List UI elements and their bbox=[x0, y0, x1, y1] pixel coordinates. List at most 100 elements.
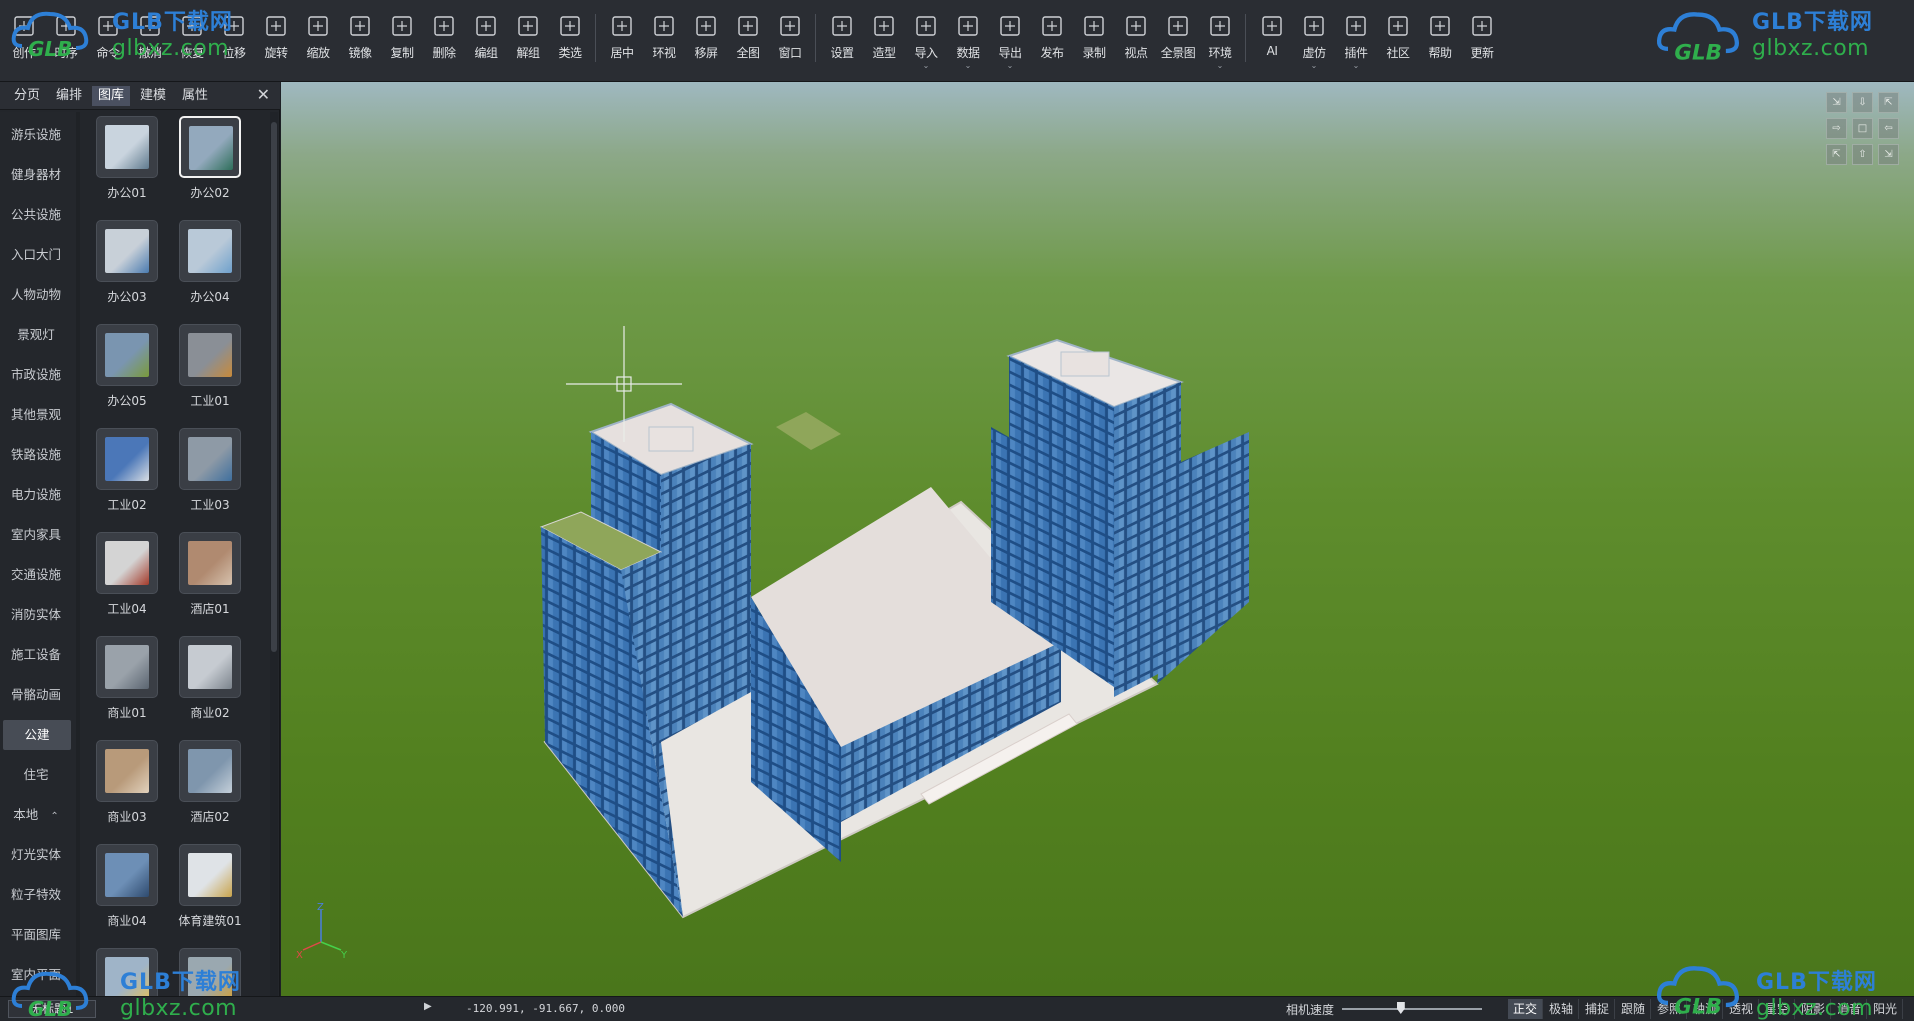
toolbar-button-zoom-window[interactable]: 窗口 bbox=[770, 4, 810, 76]
category-item[interactable]: 游乐设施 bbox=[0, 120, 72, 150]
model-thumbnail[interactable]: 商业02 bbox=[175, 636, 245, 736]
toolbar-button-center[interactable]: 居中 bbox=[602, 4, 642, 76]
camera-speed-slider-track[interactable] bbox=[1342, 1008, 1482, 1010]
view-direction-button[interactable]: ⇱ bbox=[1826, 144, 1847, 165]
category-scrollbar[interactable] bbox=[76, 112, 80, 996]
view-direction-button[interactable]: ⇨ bbox=[1826, 118, 1847, 139]
panel-tab-0[interactable]: 分页 bbox=[8, 86, 46, 106]
view-direction-button[interactable]: ⇲ bbox=[1826, 92, 1847, 113]
category-item[interactable]: 交通设施 bbox=[0, 560, 72, 590]
category-item[interactable]: 健身器材 bbox=[0, 160, 72, 190]
thumbnail-scrollbar-thumb[interactable] bbox=[271, 122, 277, 652]
category-item[interactable]: 公建 bbox=[3, 720, 71, 750]
category-item[interactable]: 施工设备 bbox=[0, 640, 72, 670]
model-thumbnail[interactable] bbox=[175, 948, 245, 996]
category-item[interactable]: 消防实体 bbox=[0, 600, 72, 630]
category-item[interactable]: 景观灯 bbox=[0, 320, 72, 350]
toolbar-button-export[interactable]: 导出 ⌄ bbox=[990, 4, 1030, 76]
toolbar-button-class-select[interactable]: 类选 bbox=[550, 4, 590, 76]
panel-tab-1[interactable]: 编排 bbox=[50, 86, 88, 106]
panel-tab-3[interactable]: 建模 bbox=[134, 86, 172, 106]
status-toggle[interactable]: 阳光 bbox=[1868, 999, 1904, 1019]
panel-tab-4[interactable]: 属性 bbox=[176, 86, 214, 106]
model-thumbnail[interactable]: 商业03 bbox=[92, 740, 162, 840]
toolbar-button-group[interactable]: 编组 bbox=[466, 4, 506, 76]
model-thumbnail[interactable]: 酒店02 bbox=[175, 740, 245, 840]
status-toggle[interactable]: 跟随 bbox=[1616, 999, 1652, 1019]
model-thumbnail[interactable]: 体育建筑01 bbox=[175, 844, 245, 944]
chevron-up-icon[interactable]: ⌃ bbox=[50, 811, 58, 822]
model-thumbnail[interactable]: 工业03 bbox=[175, 428, 245, 528]
status-toggle[interactable]: 透视 bbox=[1724, 999, 1760, 1019]
toolbar-button-undo[interactable]: 撤消 bbox=[130, 4, 170, 76]
category-item[interactable]: 本地 ⌃ bbox=[0, 800, 72, 830]
model-thumbnail[interactable]: 工业02 bbox=[92, 428, 162, 528]
toolbar-button-environment-sun[interactable]: 环境 ⌄ bbox=[1200, 4, 1240, 76]
toolbar-button-data[interactable]: 数据 ⌄ bbox=[948, 4, 988, 76]
category-item[interactable]: 室内家具 bbox=[0, 520, 72, 550]
view-direction-button[interactable]: ⇧ bbox=[1852, 144, 1873, 165]
toolbar-button-publish[interactable]: 发布 bbox=[1032, 4, 1072, 76]
category-item[interactable]: 电力设施 bbox=[0, 480, 72, 510]
play-icon[interactable]: ▶ bbox=[424, 1001, 432, 1012]
model-thumbnail[interactable]: 办公03 bbox=[92, 220, 162, 320]
model-thumbnail[interactable]: 办公04 bbox=[175, 220, 245, 320]
status-toggle[interactable]: 消音 bbox=[1832, 999, 1868, 1019]
status-toggle[interactable]: 阴影 bbox=[1796, 999, 1832, 1019]
category-item[interactable]: 入口大门 bbox=[0, 240, 72, 270]
toolbar-button-update[interactable]: 更新 bbox=[1462, 4, 1502, 76]
status-toggle[interactable]: 轴测 bbox=[1688, 999, 1724, 1019]
model-thumbnail[interactable]: 酒店01 bbox=[175, 532, 245, 632]
status-toggle[interactable]: 正交 bbox=[1508, 999, 1544, 1019]
model-thumbnail[interactable]: 工业01 bbox=[175, 324, 245, 424]
toolbar-button-ai[interactable]: AI bbox=[1252, 4, 1292, 76]
category-item[interactable]: 公共设施 bbox=[0, 200, 72, 230]
toolbar-button-redo[interactable]: 恢复 bbox=[172, 4, 212, 76]
category-item[interactable]: 住宅 bbox=[0, 760, 72, 790]
toolbar-button-help-handshake[interactable]: 帮助 bbox=[1420, 4, 1460, 76]
toolbar-button-panorama[interactable]: 全景图 bbox=[1158, 4, 1198, 76]
toolbar-button-record[interactable]: 录制 bbox=[1074, 4, 1114, 76]
category-item[interactable]: 人物动物 bbox=[0, 280, 72, 310]
model-thumbnail[interactable] bbox=[92, 948, 162, 996]
status-toggle[interactable]: 捕捉 bbox=[1580, 999, 1616, 1019]
category-item[interactable]: 市政设施 bbox=[0, 360, 72, 390]
model-thumbnail[interactable]: 工业04 bbox=[92, 532, 162, 632]
status-toggle[interactable]: 参照 bbox=[1652, 999, 1688, 1019]
toolbar-button-community[interactable]: 社区 bbox=[1378, 4, 1418, 76]
toolbar-button-plugin[interactable]: 插件 ⌄ bbox=[1336, 4, 1376, 76]
toolbar-button-orbit[interactable]: 环视 bbox=[644, 4, 684, 76]
toolbar-button-vr[interactable]: 虚仿 ⌄ bbox=[1294, 4, 1334, 76]
toolbar-button-import[interactable]: 导入 ⌄ bbox=[906, 4, 946, 76]
toolbar-button-modeling[interactable]: 造型 bbox=[864, 4, 904, 76]
view-direction-button[interactable]: ⇱ bbox=[1878, 92, 1899, 113]
toolbar-button-viewpoint[interactable]: 视点 bbox=[1116, 4, 1156, 76]
panel-tab-2[interactable]: 图库 bbox=[92, 86, 131, 106]
category-item[interactable]: 粒子特效 bbox=[0, 880, 72, 910]
category-item[interactable]: 铁路设施 bbox=[0, 440, 72, 470]
toolbar-button-delete[interactable]: 删除 bbox=[424, 4, 464, 76]
toolbar-button-settings[interactable]: 设置 bbox=[822, 4, 862, 76]
category-item[interactable]: 平面图库 bbox=[0, 920, 72, 950]
status-toggle[interactable]: 星空 bbox=[1760, 999, 1796, 1019]
toolbar-button-copy[interactable]: 复制 bbox=[382, 4, 422, 76]
camera-speed-slider-thumb[interactable] bbox=[1396, 1002, 1405, 1014]
model-thumbnail[interactable]: 商业04 bbox=[92, 844, 162, 944]
toolbar-button-command[interactable]: 命令 bbox=[88, 4, 128, 76]
thumbnail-scrollbar[interactable] bbox=[270, 112, 278, 996]
model-thumbnail[interactable]: 办公05 bbox=[92, 324, 162, 424]
category-item[interactable]: 其他景观 bbox=[0, 400, 72, 430]
toolbar-button-scale[interactable]: 缩放 bbox=[298, 4, 338, 76]
toolbar-button-rotate[interactable]: 旋转 bbox=[256, 4, 296, 76]
toolbar-button-zoom-extents[interactable]: 全图 bbox=[728, 4, 768, 76]
view-direction-button[interactable]: ⇲ bbox=[1878, 144, 1899, 165]
toolbar-button-ungroup[interactable]: 解组 bbox=[508, 4, 548, 76]
document-name-field[interactable]: 无标题1 bbox=[8, 1000, 96, 1018]
toolbar-button-move[interactable]: 位移 bbox=[214, 4, 254, 76]
model-thumbnail[interactable]: 办公01 bbox=[92, 116, 162, 216]
close-icon[interactable]: ✕ bbox=[257, 85, 270, 104]
toolbar-button-new-doc[interactable]: 创作 bbox=[4, 4, 44, 76]
view-direction-button[interactable]: ⇦ bbox=[1878, 118, 1899, 139]
category-item[interactable]: 室内平面 bbox=[0, 960, 72, 990]
category-item[interactable]: 灯光实体 bbox=[0, 840, 72, 870]
